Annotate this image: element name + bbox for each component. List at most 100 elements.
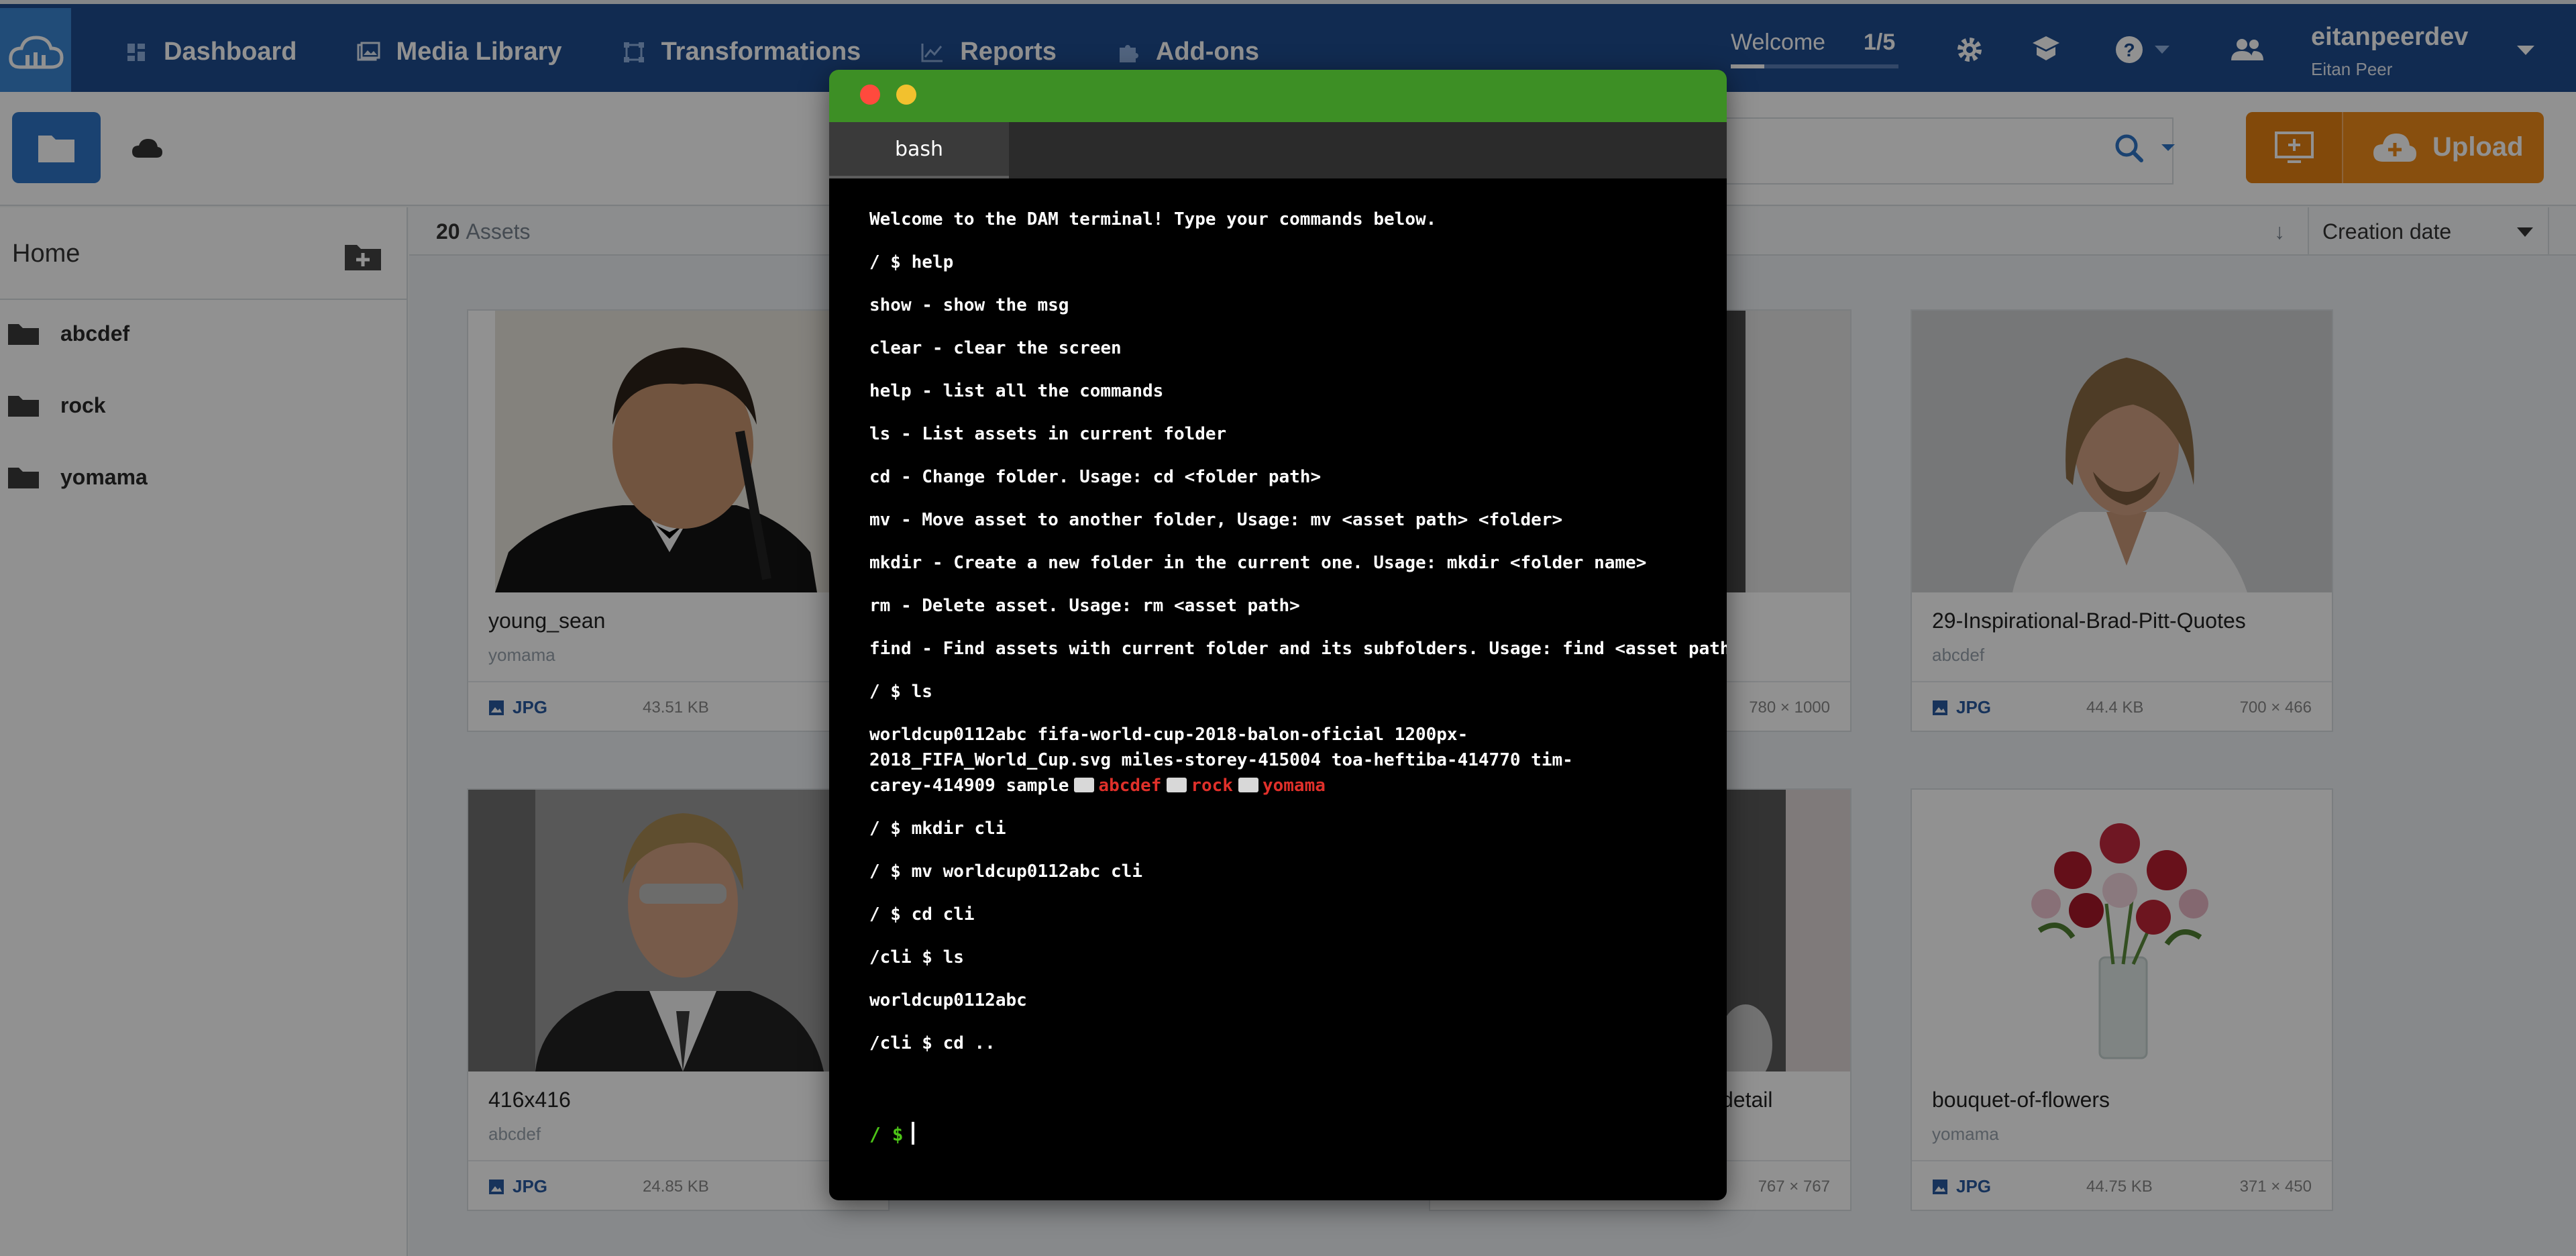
home-folder[interactable]: Home bbox=[12, 240, 80, 268]
terminal-line: rm - Delete asset. Usage: rm <asset path… bbox=[869, 596, 1300, 616]
account-caret-icon[interactable] bbox=[2514, 43, 2537, 58]
transform-icon bbox=[623, 42, 644, 62]
terminal-line: / $ mv worldcup0112abc cli bbox=[869, 861, 1142, 882]
folder-icon bbox=[1167, 778, 1187, 792]
sort-direction-icon[interactable]: ↓ bbox=[2274, 219, 2285, 244]
terminal-tabs: bash bbox=[829, 122, 1727, 178]
terminal-line: / $ ls bbox=[869, 682, 932, 702]
search-input[interactable] bbox=[1711, 117, 2174, 185]
cloudinary-logo[interactable] bbox=[0, 8, 71, 96]
asset-type: JPG bbox=[1932, 697, 1991, 718]
cloud-upload-icon[interactable] bbox=[2372, 132, 2418, 163]
folder-icon bbox=[1074, 778, 1095, 792]
asset-thumbnail[interactable] bbox=[1912, 311, 2332, 592]
asset-folder: yomama bbox=[488, 645, 555, 665]
welcome-count: 1/5 bbox=[1864, 30, 1896, 55]
welcome-progress-fill bbox=[1731, 64, 1764, 68]
chevron-down-icon bbox=[2517, 227, 2533, 237]
tab-bash[interactable]: bash bbox=[829, 122, 1009, 178]
asset-name: detail bbox=[1721, 1088, 1773, 1112]
terminal-line: show - show the msg bbox=[869, 295, 1069, 315]
folder-label: rock bbox=[60, 393, 106, 417]
terminal-window[interactable]: bash Welcome to the DAM terminal! Type y… bbox=[829, 70, 1727, 1200]
terminal-line: / $ mkdir cli bbox=[869, 819, 1006, 839]
terminal-line: / $ cd cli bbox=[869, 904, 975, 925]
add-folder-icon[interactable] bbox=[343, 242, 382, 272]
media-upload-button[interactable] bbox=[2246, 112, 2343, 183]
sidebar-folder-yomama[interactable]: yomama bbox=[7, 465, 148, 490]
folder-view-button[interactable] bbox=[12, 112, 101, 183]
terminal-line: cd - Change folder. Usage: cd <folder pa… bbox=[869, 467, 1322, 487]
monitor-plus-icon bbox=[2274, 132, 2314, 163]
asset-meta: JPG 43.51 KB 768 bbox=[468, 681, 888, 731]
asset-size: 44.75 KB bbox=[2086, 1178, 2153, 1196]
sidebar-folder-abcdef[interactable]: abcdef bbox=[7, 321, 129, 346]
asset-card[interactable]: young_sean yomama JPG 43.51 KB 768 bbox=[467, 309, 890, 732]
nav-label: Dashboard bbox=[164, 38, 297, 66]
folder-sidebar: Home abcdef rock yomama bbox=[0, 207, 408, 1256]
asset-card[interactable]: bouquet-of-flowers yomama JPG 44.75 KB 3… bbox=[1911, 788, 2333, 1211]
nav-label: Transformations bbox=[661, 38, 861, 66]
asset-card[interactable]: 29-Inspirational-Brad-Pitt-Quotes abcdef… bbox=[1911, 309, 2333, 732]
sidebar-divider bbox=[0, 299, 407, 300]
close-dot-icon[interactable] bbox=[860, 85, 880, 105]
search-icon[interactable] bbox=[2113, 132, 2187, 166]
asset-size: 24.85 KB bbox=[643, 1178, 709, 1196]
cloud-icon[interactable] bbox=[131, 138, 163, 159]
asset-card[interactable]: 416x416 abcdef JPG 24.85 KB 416 bbox=[467, 788, 890, 1211]
help-caret-icon[interactable] bbox=[2152, 43, 2172, 56]
terminal-dir: rock bbox=[1191, 776, 1233, 796]
sidebar-folder-rock[interactable]: rock bbox=[7, 393, 106, 418]
user-name[interactable]: eitanpeerdev bbox=[2311, 23, 2468, 52]
minimize-dot-icon[interactable] bbox=[896, 85, 916, 105]
terminal-line: /cli $ cd .. bbox=[869, 1033, 996, 1053]
asset-thumbnail[interactable] bbox=[468, 311, 888, 592]
asset-dimensions: 780 × 1000 bbox=[1749, 698, 1830, 717]
nav-dashboard[interactable]: Dashboard bbox=[94, 8, 326, 96]
asset-meta: JPG 24.85 KB 416 bbox=[468, 1160, 888, 1210]
nav-label: Media Library bbox=[396, 38, 562, 66]
terminal-line: find - Find assets with current folder a… bbox=[869, 639, 1727, 659]
folder-icon bbox=[8, 323, 39, 345]
asset-size: 43.51 KB bbox=[643, 698, 709, 717]
terminal-line: /cli $ ls bbox=[869, 947, 964, 967]
terminal-line: ls - List assets in current folder bbox=[869, 424, 1227, 444]
terminal-input-line[interactable]: / $ bbox=[869, 1122, 914, 1145]
asset-thumbnail[interactable] bbox=[1912, 790, 2332, 1071]
image-icon bbox=[1933, 700, 1947, 715]
asset-count: 20 Assets bbox=[436, 219, 531, 244]
asset-folder: abcdef bbox=[488, 1124, 541, 1144]
help-icon[interactable]: ? bbox=[2113, 31, 2151, 68]
terminal-titlebar[interactable] bbox=[829, 70, 1727, 122]
asset-dimensions: 700 × 466 bbox=[2239, 698, 2312, 717]
nav-label: Add-ons bbox=[1155, 38, 1259, 66]
terminal-cursor[interactable] bbox=[911, 1122, 914, 1145]
nav-label: Reports bbox=[960, 38, 1057, 66]
asset-type: JPG bbox=[488, 1176, 547, 1197]
upload-button[interactable]: Upload bbox=[2432, 132, 2524, 162]
terminal-line: worldcup0112abc bbox=[869, 990, 1027, 1010]
terminal-ls-output: worldcup0112abc fifa-world-cup-2018-balo… bbox=[869, 725, 1573, 796]
asset-dimensions: 767 × 767 bbox=[1758, 1178, 1830, 1196]
welcome-progress bbox=[1731, 64, 1898, 68]
user-group-icon[interactable] bbox=[2229, 31, 2266, 68]
learn-icon[interactable] bbox=[2027, 31, 2065, 68]
folder-icon bbox=[1238, 778, 1258, 792]
sort-select[interactable]: Creation date bbox=[2308, 207, 2549, 256]
asset-meta: JPG 44.75 KB 371 × 450 bbox=[1912, 1160, 2332, 1210]
asset-name: bouquet-of-flowers bbox=[1932, 1088, 2110, 1112]
terminal-dir: abcdef bbox=[1098, 776, 1162, 796]
asset-meta: JPG 44.4 KB 700 × 466 bbox=[1912, 681, 2332, 731]
terminal-line: Welcome to the DAM terminal! Type your c… bbox=[869, 209, 1437, 229]
welcome-label[interactable]: Welcome bbox=[1731, 30, 1825, 56]
dashboard-icon bbox=[127, 43, 145, 61]
image-icon bbox=[489, 700, 504, 715]
terminal-line: mkdir - Create a new folder in the curre… bbox=[869, 553, 1647, 573]
asset-name: young_sean bbox=[488, 609, 606, 633]
nav-media-library[interactable]: Media Library bbox=[326, 8, 592, 96]
terminal-line: mv - Move asset to another folder, Usage… bbox=[869, 510, 1563, 530]
asset-name: 29-Inspirational-Brad-Pitt-Quotes bbox=[1932, 609, 2246, 633]
asset-thumbnail[interactable] bbox=[468, 790, 888, 1071]
gear-icon[interactable] bbox=[1951, 31, 1988, 68]
asset-name: 416x416 bbox=[488, 1088, 571, 1112]
